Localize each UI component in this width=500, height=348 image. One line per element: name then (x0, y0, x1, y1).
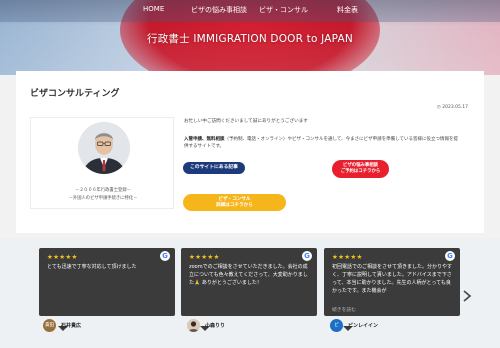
star-rating: ★★★★★ (47, 253, 78, 261)
visa-consult-button[interactable]: ビザ・コンサル 詳細はコチラから (183, 194, 286, 211)
post-date: ◷ 2023.05.17 (436, 105, 468, 110)
avatar: 貴田 (43, 319, 56, 332)
description-bold: 入管申請、無料相談 (184, 137, 225, 142)
person-icon (187, 319, 200, 332)
global-nav: HOME ビザの悩み事相談 ビザ・コンサル 料金表 (0, 0, 500, 22)
nav-item-consult[interactable]: ビザの悩み事相談 (191, 5, 247, 15)
hero-banner: HOME ビザの悩み事相談 ビザ・コンサル 料金表 行政書士 IMMIGRATI… (0, 0, 500, 75)
profile-box: －２００６年行政書士登録－ －外国人のビザ申請手続きに特化－ (30, 117, 174, 209)
review-card[interactable]: ★★★★★ G 初回電話でのご相談をさせて頂きました。分かりやすく、丁寧に説明し… (324, 248, 460, 331)
reviewer-name: ピンレイイン (348, 323, 379, 329)
description-rest: （予約制、電話・オンライン）やビザ・コンサルを通して、今まさにビザ申請を準備して… (184, 137, 459, 149)
google-icon: G (160, 251, 170, 261)
profile-caption-specialty: －外国人のビザ申請手続きに特化－ (68, 196, 138, 201)
nav-item-fees[interactable]: 料金表 (337, 5, 358, 15)
review-text: zoomでのご相談をさせていただきました。会社の成立についても色々教えてくださっ… (189, 264, 308, 286)
articles-button[interactable]: このサイトにある記事 (183, 162, 245, 174)
review-text: とても迅速で丁寧な対応して頂けました (47, 264, 137, 270)
read-more-link[interactable]: 続きを読む (332, 306, 356, 313)
google-icon: G (302, 251, 312, 261)
review-card[interactable]: ★★★★★ G zoomでのご相談をさせていただきました。会社の成立についても色… (181, 248, 317, 331)
consult-booking-button[interactable]: ビザの悩み事相談 ご予約はコチラから (332, 160, 389, 178)
reviewer-name: 石井貴広 (61, 323, 82, 329)
main-card: ビザコンサルティング ◷ 2023.05.17 －２００６年行政書士登録－ －外… (16, 71, 484, 233)
star-rating: ★★★★★ (332, 253, 363, 261)
star-rating: ★★★★★ (189, 253, 220, 261)
page-title: ビザコンサルティング (30, 89, 120, 99)
google-icon: G (445, 251, 455, 261)
review-text: 初回電話でのご相談をさせて頂きました。分かりやすく、丁寧に説明して貰いました。ア… (332, 264, 453, 294)
person-icon (78, 122, 130, 174)
avatar: ピ (330, 319, 343, 332)
reviewer-name: 小森りり (205, 323, 226, 329)
intro-text: お忙しい中ご訪問くださいまして誠にありがとうございます (184, 119, 308, 124)
nav-item-visa[interactable]: ビザ・コンサル (259, 5, 308, 15)
review-card[interactable]: ★★★★★ G とても迅速で丁寧な対応して頂けました (39, 248, 175, 331)
site-title[interactable]: 行政書士 IMMIGRATION DOOR to JAPAN (0, 31, 500, 46)
description-text: 入管申請、無料相談（予約制、電話・オンライン）やビザ・コンサルを通して、今まさに… (184, 136, 462, 150)
avatar (187, 319, 200, 332)
chevron-right-icon[interactable] (462, 289, 472, 303)
profile-caption-registration: －２００６年行政書士登録－ (75, 188, 131, 193)
profile-photo (78, 122, 130, 174)
nav-item-home[interactable]: HOME (143, 5, 164, 13)
